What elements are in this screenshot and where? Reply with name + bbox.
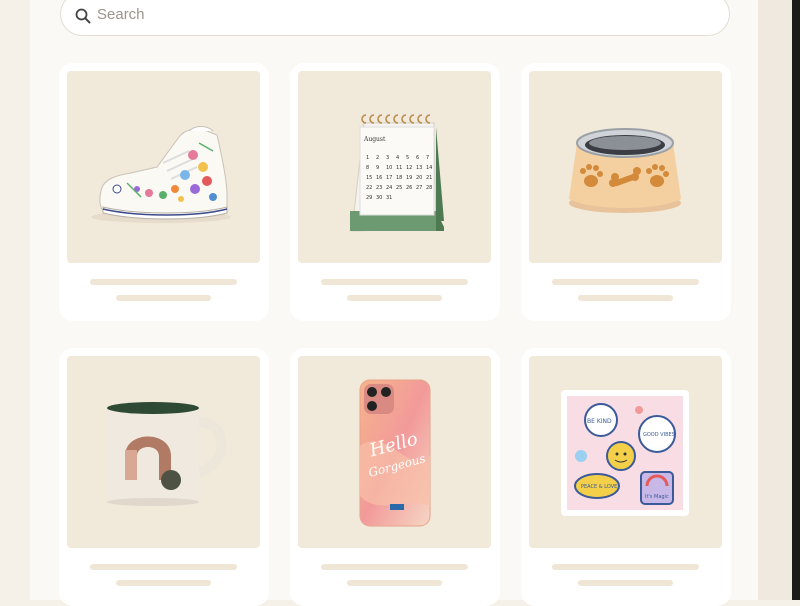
svg-text:4: 4 <box>396 155 399 161</box>
svg-text:PEACE & LOVE: PEACE & LOVE <box>581 484 617 490</box>
sticker-sheet-icon: BE KIND GOOD VIBES PEACE & LOVE It's Mag… <box>561 390 689 516</box>
phone-case-icon: Hello Gorgeous <box>359 379 431 527</box>
svg-text:26: 26 <box>406 185 412 191</box>
search-icon <box>75 8 91 24</box>
price-placeholder <box>578 580 673 586</box>
svg-text:19: 19 <box>406 175 412 181</box>
svg-text:2: 2 <box>376 155 379 161</box>
svg-text:7: 7 <box>426 155 429 161</box>
svg-text:15: 15 <box>366 175 372 181</box>
window-edge <box>792 0 800 600</box>
product-card[interactable]: BE KIND GOOD VIBES PEACE & LOVE It's Mag… <box>521 348 731 606</box>
svg-text:It's Magic: It's Magic <box>645 494 669 500</box>
title-placeholder <box>552 279 699 285</box>
product-image: BE KIND GOOD VIBES PEACE & LOVE It's Mag… <box>529 356 722 548</box>
svg-text:GOOD VIBES: GOOD VIBES <box>643 432 675 438</box>
title-placeholder <box>321 564 468 570</box>
svg-text:August: August <box>363 136 386 143</box>
price-placeholder <box>116 580 211 586</box>
search-bar[interactable] <box>60 0 730 36</box>
svg-text:12: 12 <box>406 165 412 171</box>
svg-text:23: 23 <box>376 185 382 191</box>
price-placeholder <box>347 295 442 301</box>
svg-text:30: 30 <box>376 195 382 201</box>
sneaker-icon <box>91 126 231 223</box>
svg-text:27: 27 <box>416 185 422 191</box>
product-card[interactable] <box>59 63 269 321</box>
price-placeholder <box>578 295 673 301</box>
svg-text:8: 8 <box>366 165 369 171</box>
svg-text:9: 9 <box>376 165 379 171</box>
product-card[interactable]: Hello Gorgeous <box>290 348 500 606</box>
svg-text:28: 28 <box>426 185 432 191</box>
svg-text:14: 14 <box>426 165 432 171</box>
price-placeholder <box>116 295 211 301</box>
svg-text:29: 29 <box>366 195 372 201</box>
search-input[interactable] <box>95 5 659 24</box>
product-image: August 1234567 8 9 10 11 12 13 14 15 16 17 18 19 20… <box>298 71 491 263</box>
svg-text:5: 5 <box>406 155 409 161</box>
svg-text:17: 17 <box>386 175 392 181</box>
svg-text:6: 6 <box>416 155 419 161</box>
svg-text:13: 13 <box>416 165 422 171</box>
svg-text:20: 20 <box>416 175 422 181</box>
product-image: Hello Gorgeous <box>298 356 491 548</box>
svg-text:25: 25 <box>396 185 402 191</box>
product-card[interactable] <box>521 63 731 321</box>
svg-text:3: 3 <box>386 155 389 161</box>
desk-calendar-icon: August 1234567 8 9 10 11 12 13 14 15 16 17 18 19 20… <box>350 114 444 232</box>
svg-text:1: 1 <box>366 155 369 161</box>
svg-text:18: 18 <box>396 175 402 181</box>
price-placeholder <box>347 580 442 586</box>
title-placeholder <box>321 279 468 285</box>
product-card[interactable] <box>59 348 269 606</box>
product-card[interactable]: August 1234567 8 9 10 11 12 13 14 15 16 17 18 19 20… <box>290 63 500 321</box>
product-image <box>67 71 260 263</box>
mug-icon <box>107 402 227 506</box>
title-placeholder <box>90 564 237 570</box>
product-image <box>529 71 722 263</box>
svg-text:BE KIND: BE KIND <box>587 418 612 425</box>
svg-text:10: 10 <box>386 165 392 171</box>
svg-text:22: 22 <box>366 185 372 191</box>
product-image <box>67 356 260 548</box>
title-placeholder <box>90 279 237 285</box>
svg-text:31: 31 <box>386 195 392 201</box>
svg-text:24: 24 <box>386 185 392 191</box>
pet-bowl-icon <box>569 128 681 213</box>
svg-text:16: 16 <box>376 175 382 181</box>
title-placeholder <box>552 564 699 570</box>
svg-text:11: 11 <box>396 165 402 171</box>
svg-text:21: 21 <box>426 175 432 181</box>
